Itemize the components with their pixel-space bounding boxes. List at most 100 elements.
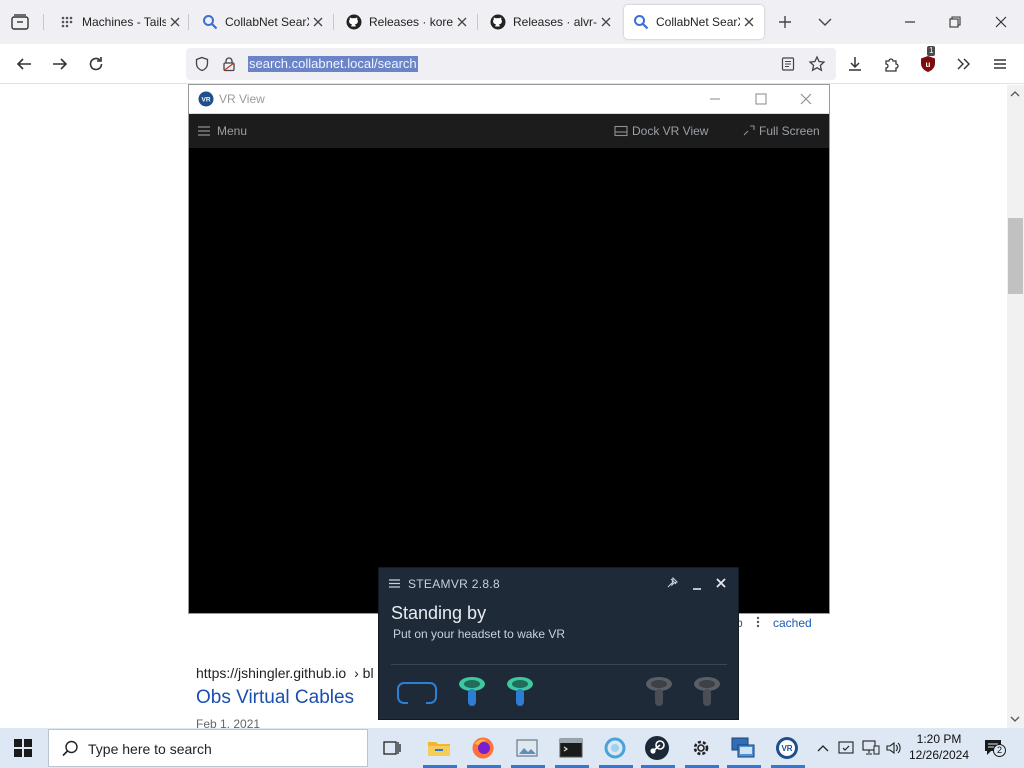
url-text[interactable]: search.collabnet.local/search xyxy=(248,56,418,72)
result-title-link[interactable]: Obs Virtual Cables xyxy=(196,687,354,709)
lock-icon[interactable] xyxy=(221,56,237,72)
notification-center-icon[interactable]: 2 xyxy=(983,738,1006,758)
steamvr-status: Standing by xyxy=(391,603,487,623)
new-tab-icon[interactable] xyxy=(777,14,793,30)
divider xyxy=(391,664,727,665)
settings-gear-icon[interactable] xyxy=(687,734,715,762)
notification-count: 2 xyxy=(993,744,1006,757)
navigation-toolbar: search.collabnet.local/search u 1 xyxy=(0,44,1024,84)
network-icon[interactable] xyxy=(862,740,880,756)
steamvr-status-window[interactable]: STEAMVR 2.8.8 Standing by Put on your he… xyxy=(378,567,739,720)
scroll-up-icon[interactable] xyxy=(1010,90,1020,98)
tab-collabnet-searx-1[interactable]: CollabNet SearX xyxy=(195,5,325,39)
vr-view-taskbar-icon[interactable]: VR xyxy=(773,734,801,762)
steam-icon[interactable] xyxy=(643,734,671,762)
close-icon[interactable] xyxy=(168,15,182,29)
shield-icon[interactable] xyxy=(194,56,210,72)
tray-chevron-up-icon[interactable] xyxy=(816,742,830,754)
vr-logo-icon: VR xyxy=(198,91,214,107)
firefox-icon[interactable] xyxy=(469,734,497,762)
remote-desktop-icon[interactable] xyxy=(729,734,757,762)
taskbar-search-box[interactable]: Type here to search xyxy=(48,729,368,767)
window-close-icon[interactable] xyxy=(993,14,1009,30)
full-screen-button[interactable]: Full Screen xyxy=(742,124,820,138)
forward-arrow-icon[interactable] xyxy=(48,52,72,76)
dock-vr-view-button[interactable]: Dock VR View xyxy=(614,124,708,138)
steamvr-title: STEAMVR 2.8.8 xyxy=(408,577,500,591)
scrollbar-thumb[interactable] xyxy=(1008,218,1023,294)
alvr-icon[interactable] xyxy=(601,734,629,762)
tab-releases-korej[interactable]: Releases · korej xyxy=(339,5,469,39)
tab-overview-icon[interactable] xyxy=(10,12,30,32)
cached-link[interactable]: cached xyxy=(773,616,812,630)
hamburger-menu-icon xyxy=(197,125,211,137)
vr-view-window[interactable]: VR VR View Menu Dock VR View Full Screen xyxy=(188,84,830,614)
result-url-suffix: › bl xyxy=(354,665,374,681)
page-scrollbar[interactable] xyxy=(1007,85,1024,728)
tab-strip: Machines - Tails CollabNet SearX Release… xyxy=(0,0,1024,44)
grid-dots-icon xyxy=(58,13,76,31)
volume-icon[interactable] xyxy=(885,740,903,756)
vr-view-toolbar: Menu Dock VR View Full Screen xyxy=(189,114,829,148)
full-screen-label: Full Screen xyxy=(759,124,820,138)
close-icon[interactable] xyxy=(311,15,325,29)
pin-icon[interactable] xyxy=(666,577,678,589)
svg-text:u: u xyxy=(926,60,931,69)
window-maximize-icon[interactable] xyxy=(754,92,768,106)
overflow-chevrons-icon[interactable] xyxy=(952,52,976,76)
controller-active-icon[interactable] xyxy=(457,675,487,709)
hamburger-menu-icon[interactable] xyxy=(988,52,1012,76)
expand-icon xyxy=(742,125,756,137)
base-station-inactive-icon[interactable] xyxy=(644,675,674,709)
close-icon[interactable] xyxy=(599,15,613,29)
steamvr-substatus: Put on your headset to wake VR xyxy=(393,627,566,641)
tab-label: CollabNet SearX xyxy=(656,15,740,29)
close-icon[interactable] xyxy=(455,15,469,29)
close-icon[interactable] xyxy=(715,577,727,589)
hamburger-menu-icon[interactable] xyxy=(388,578,401,589)
tab-collabnet-searx-active[interactable]: CollabNet SearX xyxy=(624,5,764,39)
ublock-extension-icon[interactable]: u 1 xyxy=(916,46,940,76)
photos-icon[interactable] xyxy=(513,734,541,762)
close-icon[interactable] xyxy=(742,15,756,29)
tab-label: CollabNet SearX xyxy=(225,15,309,29)
tab-label: Releases · alvr-o xyxy=(513,15,597,29)
svg-text:VR: VR xyxy=(781,744,792,753)
tab-releases-alvr[interactable]: Releases · alvr-o xyxy=(483,5,613,39)
window-minimize-icon[interactable] xyxy=(708,92,722,106)
extension-badge: 1 xyxy=(927,46,936,56)
downloads-icon[interactable] xyxy=(843,52,867,76)
reader-view-icon[interactable] xyxy=(780,56,796,72)
tab-machines[interactable]: Machines - Tails xyxy=(52,5,182,39)
url-bar[interactable]: search.collabnet.local/search xyxy=(186,48,836,80)
search-icon xyxy=(201,13,219,31)
clock[interactable]: 1:20 PM 12/26/2024 xyxy=(904,732,974,762)
task-view-icon[interactable] xyxy=(378,734,406,762)
vr-menu-button[interactable]: Menu xyxy=(197,124,247,138)
back-arrow-icon[interactable] xyxy=(12,52,36,76)
minimize-icon[interactable] xyxy=(691,580,703,592)
headset-icon[interactable] xyxy=(396,680,438,706)
vr-view-titlebar[interactable]: VR VR View xyxy=(189,85,829,114)
window-minimize-icon[interactable] xyxy=(902,14,918,30)
extensions-puzzle-icon[interactable] xyxy=(880,52,904,76)
chevron-down-icon[interactable] xyxy=(817,15,833,29)
file-explorer-icon[interactable] xyxy=(425,734,453,762)
terminal-icon[interactable] xyxy=(557,734,585,762)
github-icon xyxy=(345,13,363,31)
reload-icon[interactable] xyxy=(84,52,108,76)
windows-start-icon[interactable] xyxy=(14,739,32,757)
bookmark-star-icon[interactable] xyxy=(808,55,826,73)
kebab-icon[interactable] xyxy=(754,615,762,629)
security-tray-icon[interactable] xyxy=(838,740,854,756)
controller-active-icon[interactable] xyxy=(505,675,535,709)
window-close-icon[interactable] xyxy=(799,92,813,106)
result-url-text: https://jshingler.github.io xyxy=(196,665,347,681)
vr-viewport[interactable] xyxy=(189,148,829,613)
window-restore-icon[interactable] xyxy=(947,14,963,30)
base-station-inactive-icon[interactable] xyxy=(692,675,722,709)
result-url[interactable]: https://jshingler.github.io › bl xyxy=(196,665,374,681)
scroll-down-icon[interactable] xyxy=(1010,715,1020,723)
svg-text:VR: VR xyxy=(201,97,210,104)
tab-label: Releases · korej xyxy=(369,15,453,29)
